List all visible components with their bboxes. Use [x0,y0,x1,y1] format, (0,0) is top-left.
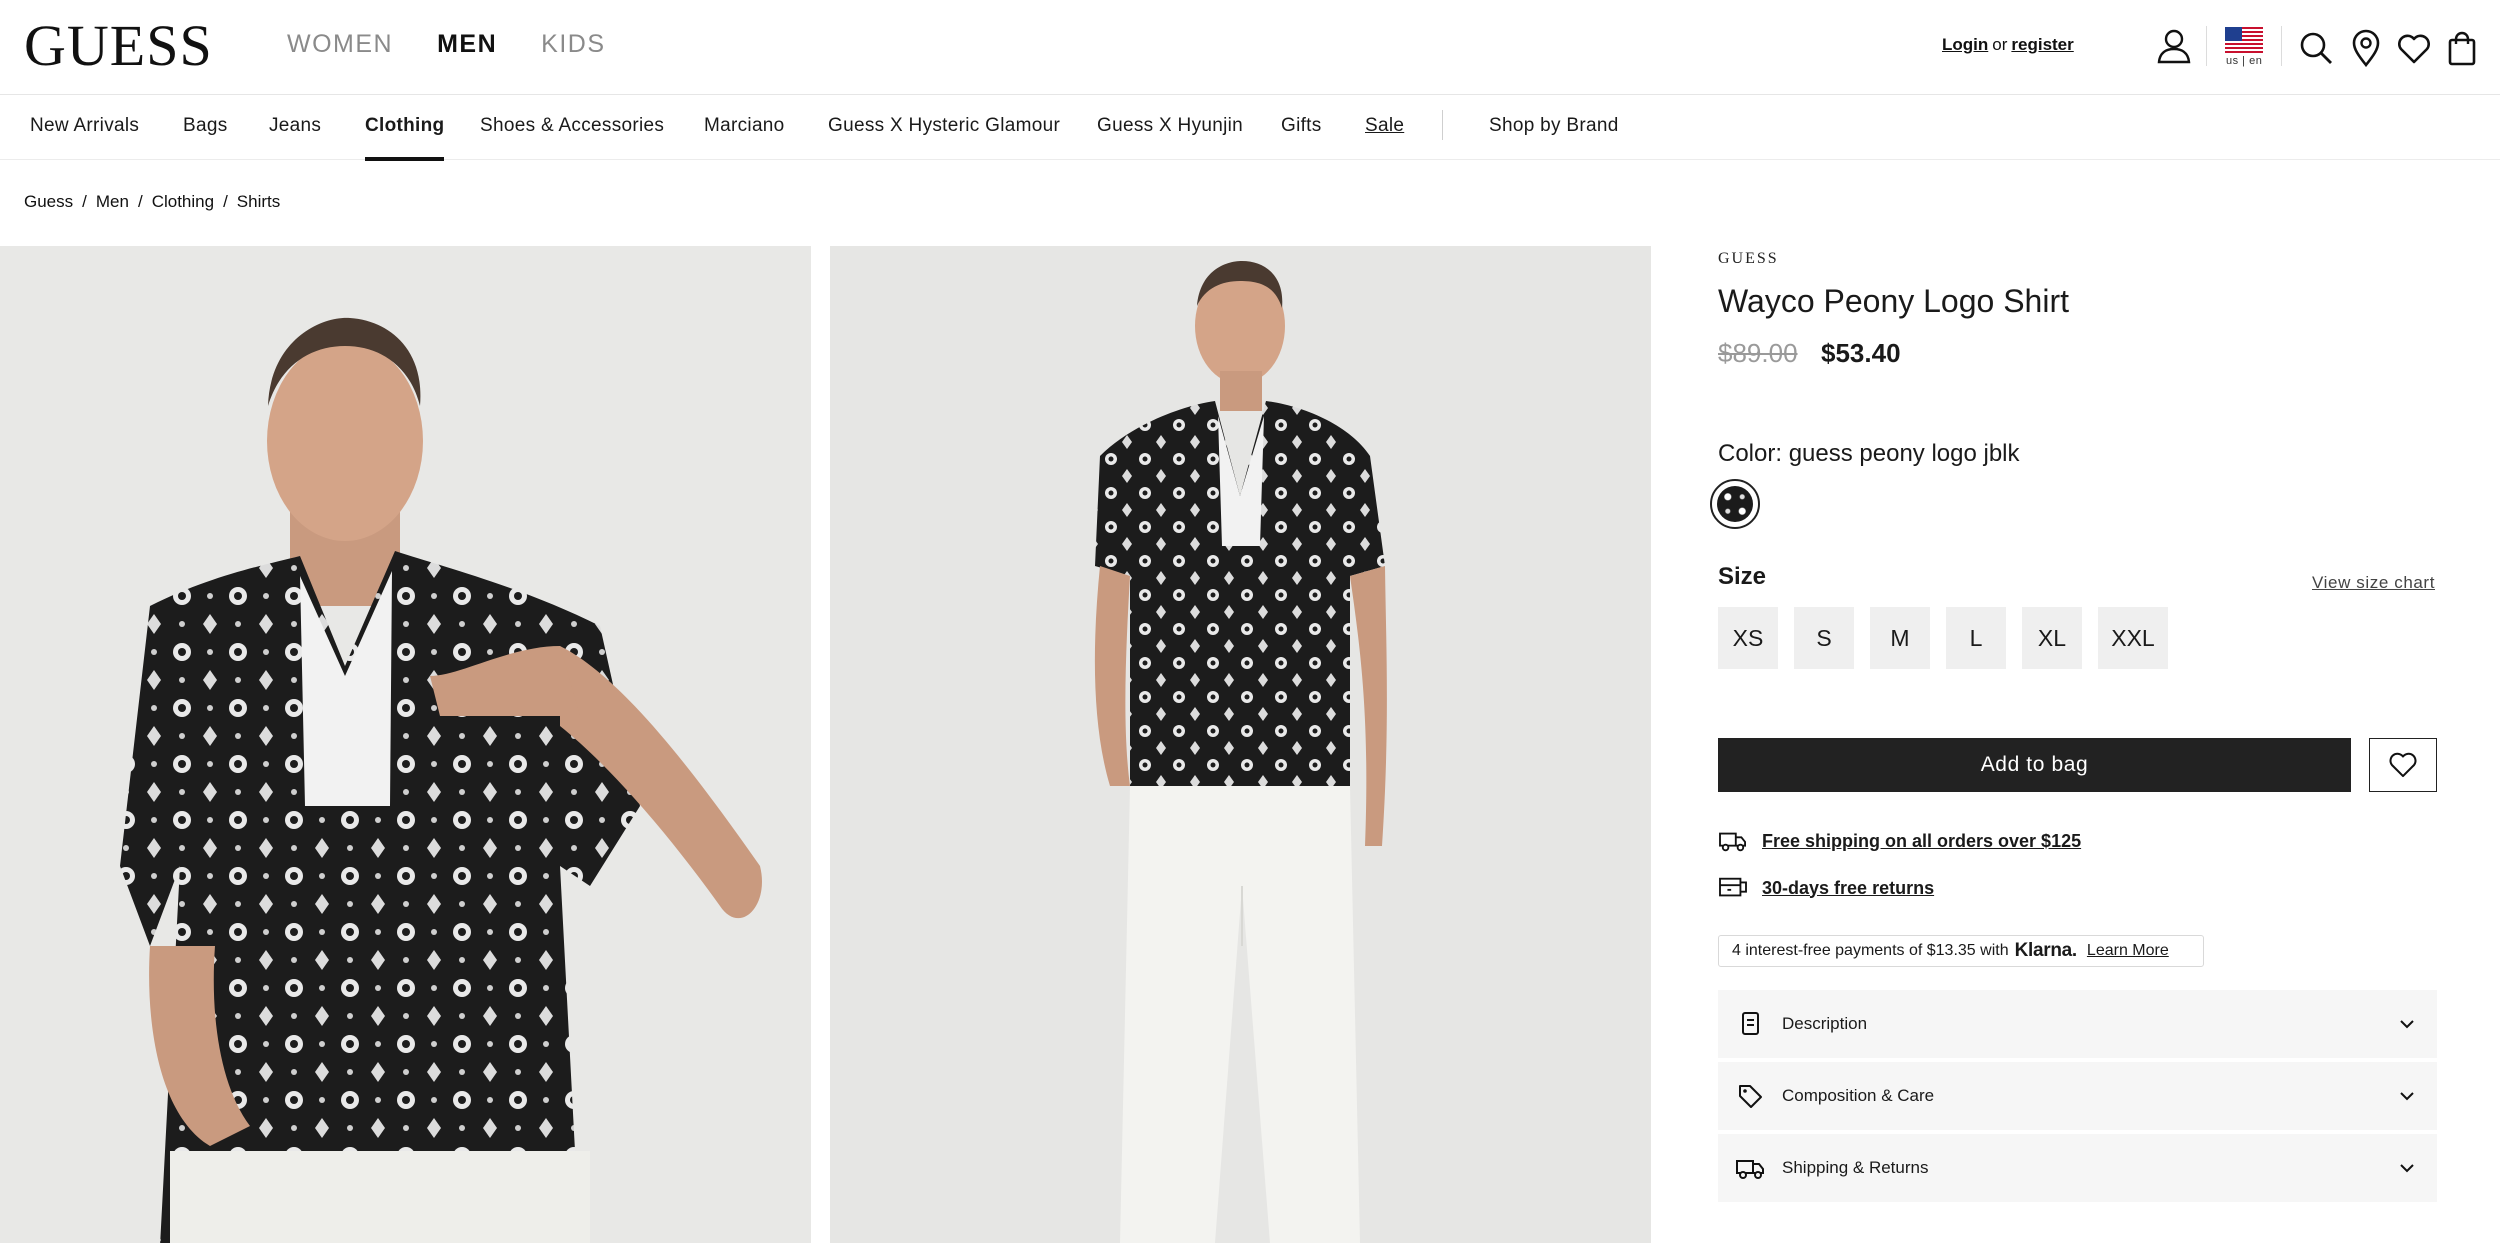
chevron-down-icon [2400,1164,2414,1173]
breadcrumb-separator: / [223,192,228,211]
nav-shoes-accessories[interactable]: Shoes & Accessories [480,115,664,137]
nav-sale[interactable]: Sale [1365,115,1404,137]
or-text: or [1992,35,2008,54]
account-icon[interactable] [2154,26,2194,66]
price-original: $89.00 [1718,338,1798,368]
free-shipping-perk: Free shipping on all orders over $125 [1718,826,2081,856]
klarna-logo: Klarna. [2014,940,2078,961]
color-label: Color: guess peony logo jblk [1718,440,2020,467]
shipping-truck-icon [1719,832,1746,852]
search-icon[interactable] [2296,28,2332,64]
nav-bags[interactable]: Bags [183,115,228,137]
header-divider [2281,26,2282,66]
size-option-m[interactable]: M [1870,607,1930,669]
tab-kids[interactable]: KIDS [541,30,605,59]
truck-icon [1736,1160,1764,1179]
nav-clothing[interactable]: Clothing [365,115,445,161]
color-swatch-fill [1717,486,1753,522]
klarna-text: 4 interest-free payments of $13.35 with [1732,942,2009,959]
add-to-bag-button[interactable]: Add to bag [1718,738,2351,792]
document-icon [1742,1012,1759,1035]
accordion-label: Shipping & Returns [1782,1158,1929,1177]
product-image-front-closeup[interactable] [0,246,811,1243]
nav-jeans[interactable]: Jeans [269,115,321,137]
color-swatch[interactable] [1710,479,1760,529]
nav-divider [1442,110,1443,140]
free-returns-perk: 30-days free returns [1718,873,1934,903]
klarna-learn-more-link[interactable]: Learn More [2087,942,2169,960]
breadcrumb: Guess / Men / Clothing / Shirts [24,192,280,212]
nav-shop-by-brand[interactable]: Shop by Brand [1489,115,1619,137]
category-nav: New Arrivals Bags Jeans Clothing Shoes &… [0,95,2500,161]
login-link[interactable]: Login [1942,35,1988,54]
locale-label[interactable]: us | en [2226,55,2262,67]
breadcrumb-separator: / [82,192,87,211]
tag-icon [1739,1085,1762,1108]
chevron-down-icon [2400,1092,2414,1101]
breadcrumb-clothing[interactable]: Clothing [152,192,214,211]
accordion-description[interactable]: Description [1718,990,2437,1058]
breadcrumb-separator: / [137,192,143,211]
accordion-label: Description [1782,1014,1868,1033]
free-shipping-link[interactable]: Free shipping on all orders over $125 [1762,831,2081,852]
guess-logo[interactable]: GUESS [24,16,213,76]
size-option-s[interactable]: S [1794,607,1854,669]
nav-gifts[interactable]: Gifts [1281,115,1322,137]
site-header: GUESS WOMEN MEN KIDS Login or register us … [0,0,2500,95]
accordion-composition-care[interactable]: Composition & Care [1718,1062,2437,1130]
nav-marciano[interactable]: Marciano [704,115,785,137]
product-title: Wayco Peony Logo Shirt [1718,283,2069,319]
nav-new-arrivals[interactable]: New Arrivals [30,115,139,137]
klarna-payment-banner: 4 interest-free payments of $13.35 with … [1718,935,2204,967]
heart-icon [2389,752,2417,778]
accordion-shipping-returns[interactable]: Shipping & Returns [1718,1134,2437,1202]
nav-guess-x-hyunjin[interactable]: Guess X Hyunjin [1097,115,1243,137]
breadcrumb-men[interactable]: Men [96,192,129,211]
accordion-label: Composition & Care [1782,1086,1935,1105]
size-option-xs[interactable]: XS [1718,607,1778,669]
product-image-full-body[interactable] [830,246,1651,1243]
shopping-bag-icon[interactable] [2442,28,2478,66]
product-brand: GUESS [1718,250,1779,267]
view-size-chart-link[interactable]: View size chart [2312,573,2435,593]
size-option-l[interactable]: L [1946,607,2006,669]
size-label: Size [1718,563,1767,590]
returns-box-icon [1719,877,1747,897]
register-link[interactable]: register [2011,35,2073,54]
us-flag-icon[interactable] [2225,27,2263,53]
add-to-wishlist-button[interactable] [2369,738,2437,792]
chevron-down-icon [2400,1020,2414,1029]
wishlist-icon[interactable] [2394,28,2430,64]
tab-men[interactable]: MEN [437,30,497,59]
breadcrumb-guess[interactable]: Guess [24,192,73,211]
free-returns-link[interactable]: 30-days free returns [1762,878,1934,899]
store-locator-icon[interactable] [2346,28,2382,68]
gender-nav: WOMEN MEN KIDS [287,30,606,59]
tab-women[interactable]: WOMEN [287,30,393,59]
size-options: XS S M L XL XXL [1718,607,2168,669]
nav-guess-x-hysteric-glamour[interactable]: Guess X Hysteric Glamour [828,115,1060,137]
header-divider [2206,26,2207,66]
size-option-xl[interactable]: XL [2022,607,2082,669]
price-sale: $53.40 [1821,338,1901,368]
size-option-xxl[interactable]: XXL [2098,607,2168,669]
breadcrumb-shirts[interactable]: Shirts [237,192,280,211]
